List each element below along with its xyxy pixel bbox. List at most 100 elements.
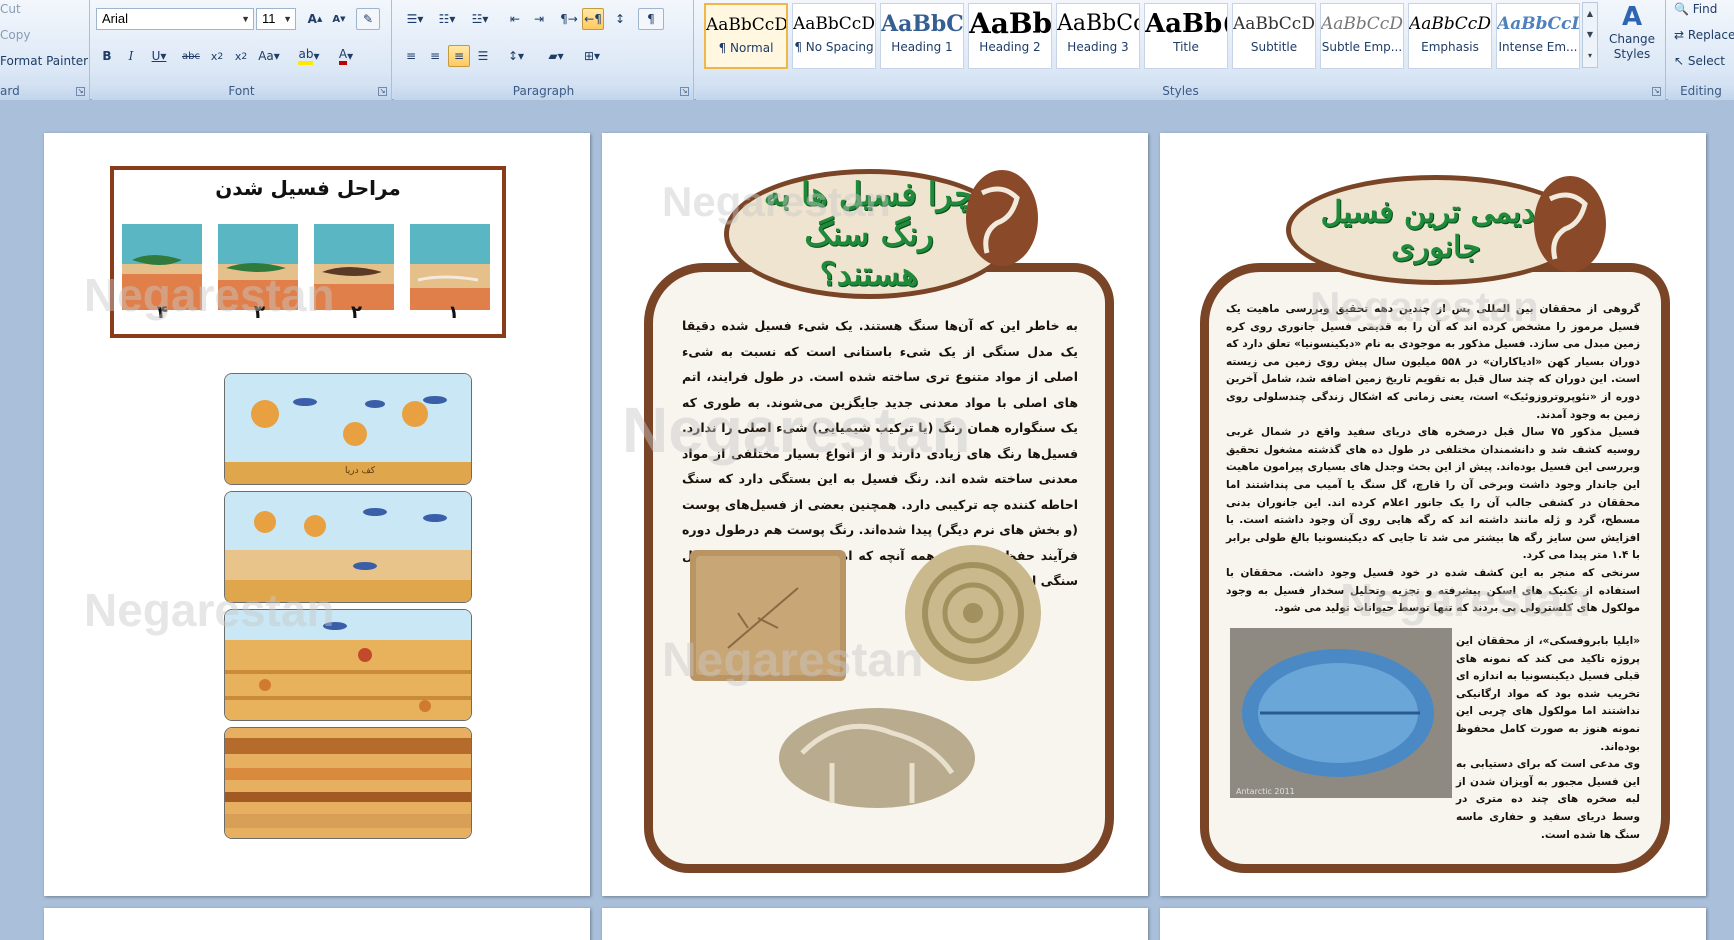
align-center-icon[interactable]: ≡ (424, 45, 446, 67)
sediment-strip-2-illustration (225, 492, 471, 602)
font-group: Arial ▼ 11 ▼ A ▲ A ▼ ✎ B I U▾ abc x2 x2 Aa▾ … (92, 0, 392, 100)
subscript-icon[interactable]: x2 (206, 45, 228, 67)
change-case-icon[interactable]: Aa▾ (254, 45, 284, 67)
page-middle-next (602, 908, 1148, 940)
multilevel-list-icon[interactable]: ☳▾ (464, 8, 496, 30)
replace-label: Replace (1687, 28, 1734, 42)
page-middle: چرا فسیل ها به رنگ سنگ هستند؟ به خاطر ای… (602, 133, 1148, 896)
shrink-font-icon[interactable]: A ▼ (328, 8, 350, 30)
right-paragraph-4: «ایلیا بابروفسکی»، از محققان این پروژه ت… (1456, 635, 1640, 753)
align-right-icon[interactable]: ≡ (448, 45, 470, 67)
highlight-color-icon[interactable]: ab ▾ (292, 45, 326, 67)
styles-group-label: Styles (696, 82, 1665, 100)
style-title[interactable]: AaBb(Title (1144, 3, 1228, 69)
sediment-strip-2 (224, 491, 472, 603)
stage-number-4: ۴ (157, 302, 168, 323)
page-left-next (44, 908, 590, 940)
format-painter-button[interactable]: Format Painter (0, 54, 88, 68)
font-size-value: 11 (262, 11, 276, 26)
superscript-icon[interactable]: x2 (230, 45, 252, 67)
right-paragraph-1: گروهی از محققان بین المللی پس از چندین د… (1226, 303, 1640, 421)
sort-icon[interactable]: ↕ (608, 8, 632, 30)
style-heading[interactable]: AaBbCc Heading 1 (880, 3, 964, 69)
page-right: قدیمی ترین فسیل جانوری گروهی از محققان ب… (1160, 133, 1706, 896)
leaf-fossil-photo (690, 550, 846, 681)
middle-title: چرا فسیل ها به رنگ سنگ هستند؟ (763, 175, 975, 293)
style-preview: AaBbCcDd (706, 15, 786, 35)
style-subtitle[interactable]: AaBbCcD Subtitle (1232, 3, 1316, 69)
underline-icon[interactable]: U▾ (144, 45, 174, 67)
paragraph-group-label: Paragraph (394, 82, 693, 100)
style-name: Heading 3 (1067, 40, 1129, 54)
cursor-arrow-icon: ↖ (1674, 54, 1685, 68)
font-name-combo[interactable]: Arial ▼ (96, 8, 254, 30)
font-size-combo[interactable]: 11 ▼ (256, 8, 296, 30)
replace-button[interactable]: ⇄ Replace (1674, 28, 1734, 42)
font-group-label: Font (92, 82, 391, 100)
styles-dialog-launcher-icon[interactable]: ↘ (1652, 87, 1661, 96)
font-color-icon[interactable]: A ▾ (330, 45, 362, 67)
dinosaur-skull-icon (966, 170, 1038, 266)
change-styles-icon: A (1621, 2, 1643, 32)
bold-icon[interactable]: B (96, 45, 118, 67)
bullets-icon[interactable]: ☰▾ (400, 8, 430, 30)
chevron-down-icon: ▼ (283, 14, 292, 24)
copy-button[interactable]: Copy (0, 28, 30, 42)
shading-icon[interactable]: ▰▾ (540, 45, 572, 67)
paragraph-group: ☰▾ ☷▾ ☳▾ ⇤ ⇥ ¶→ ←¶ ↕ ¶ ≡ ≡ ≡ ☰ ↕▾ ▰▾ ⊞▾ … (394, 0, 694, 100)
style-preview: AaBbCcDd (1497, 14, 1579, 34)
style-preview: AaBbCc (1057, 11, 1139, 36)
ltr-direction-icon[interactable]: ¶→ (558, 8, 580, 30)
justify-icon[interactable]: ☰ (472, 45, 494, 67)
style-name: Subtitle (1250, 40, 1298, 54)
style-preview: AaBbCcD (1233, 14, 1315, 34)
style-preview: AaBbCcDd (1321, 14, 1403, 34)
editing-group: 🔍 Find ⇄ Replace ↖ Select Editing (1668, 0, 1734, 100)
font-dialog-launcher-icon[interactable]: ↘ (378, 87, 387, 96)
styles-group: AaBbCcDd¶ NormalAaBbCcDd¶ No SpacingAaBb… (696, 0, 1666, 100)
change-styles-label: Change Styles (1609, 32, 1655, 61)
style-normal[interactable]: AaBbCcDd ¶ Normal (704, 3, 788, 69)
change-styles-button[interactable]: A Change Styles (1602, 2, 1662, 72)
increase-indent-icon[interactable]: ⇥ (528, 8, 550, 30)
find-label: Find (1692, 2, 1718, 16)
cut-button[interactable]: Cut (0, 2, 21, 16)
photo-caption: Antarctic 2011 (1236, 787, 1295, 796)
borders-icon[interactable]: ⊞▾ (576, 45, 608, 67)
show-formatting-marks-icon[interactable]: ¶ (638, 8, 664, 30)
style-preview: AaBb (969, 7, 1051, 40)
styles-scrollbar[interactable]: ▲ ▼ ▾ (1582, 2, 1598, 68)
strikethrough-icon[interactable]: abc (178, 45, 204, 67)
stage-number-3: ۳ (254, 302, 265, 323)
right-title: قدیمی ترین فسیل جانوری (1320, 195, 1552, 265)
replace-icon: ⇄ (1674, 28, 1685, 42)
style-heading[interactable]: AaBbCc Heading 3 (1056, 3, 1140, 69)
paragraph-dialog-launcher-icon[interactable]: ↘ (680, 87, 689, 96)
grow-font-icon[interactable]: A ▲ (304, 8, 326, 30)
style-emphasis[interactable]: AaBbCcDd Emphasis (1408, 3, 1492, 69)
style-heading[interactable]: AaBb Heading 2 (968, 3, 1052, 69)
find-icon: 🔍 (1674, 2, 1689, 16)
style-name: Heading 2 (979, 40, 1041, 54)
fossil-stages-panel: مراحل فسیل شدن ۴ ۳ ۲ ۱ (110, 166, 506, 338)
align-left-icon[interactable]: ≡ (400, 45, 422, 67)
style-preview: AaBbCcDd (1409, 14, 1491, 34)
style-no-spacing[interactable]: AaBbCcDd ¶ No Spacing (792, 3, 876, 69)
italic-icon[interactable]: I (120, 45, 142, 67)
clipboard-dialog-launcher-icon[interactable]: ↘ (76, 87, 85, 96)
document-area[interactable]: مراحل فسیل شدن ۴ ۳ ۲ ۱ کف دریا Negaresta… (0, 100, 1734, 940)
style-subtle-emp[interactable]: AaBbCcDd Subtle Emp... (1320, 3, 1404, 69)
find-button[interactable]: 🔍 Find (1674, 2, 1717, 16)
clear-formatting-icon[interactable]: ✎ (356, 8, 380, 30)
sediment-strip-1: کف دریا (224, 373, 472, 485)
rtl-direction-icon[interactable]: ←¶ (582, 8, 604, 30)
select-button[interactable]: ↖ Select (1674, 54, 1725, 68)
ammonite-fossil-photo (905, 545, 1041, 681)
numbering-icon[interactable]: ☷▾ (432, 8, 462, 30)
right-paragraph-2: فسیل مذکور ۷۵ سال قبل درصخره های دریای س… (1226, 426, 1640, 562)
line-spacing-icon[interactable]: ↕▾ (500, 45, 532, 67)
stage-number-2: ۲ (351, 302, 362, 323)
style-intense-em[interactable]: AaBbCcDd Intense Em... (1496, 3, 1580, 69)
decrease-indent-icon[interactable]: ⇤ (504, 8, 526, 30)
right-paragraph-3: سرنخی که منجر به این کشف شده در خود فسیل… (1226, 566, 1640, 615)
